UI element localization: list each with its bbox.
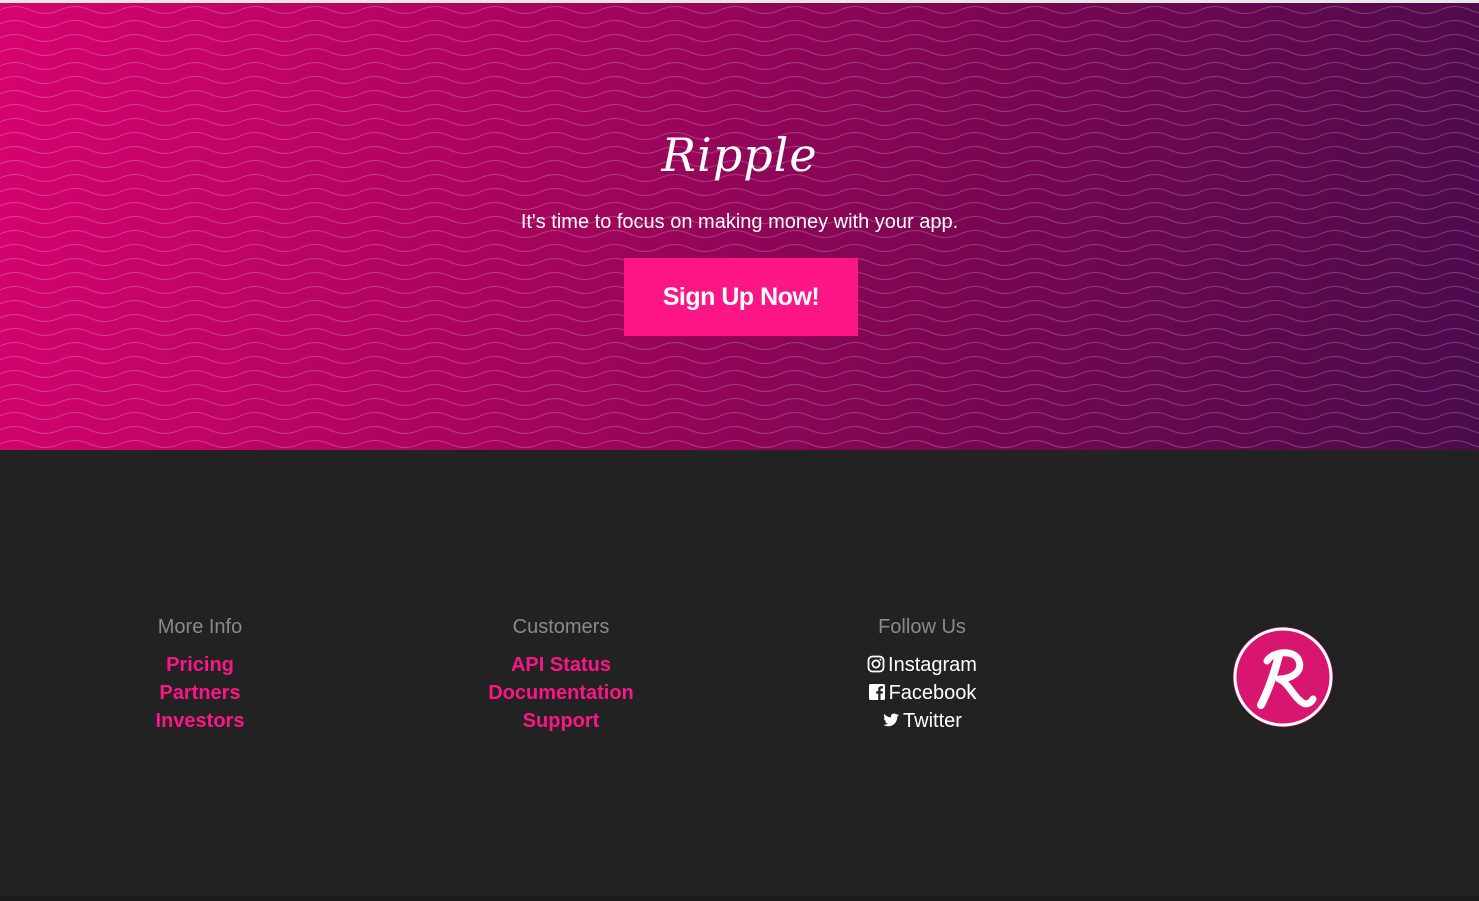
partners-link[interactable]: Partners <box>50 679 350 707</box>
customers-column: Customers API Status Documentation Suppo… <box>411 615 711 735</box>
follow-us-column: Follow Us Instagram Facebook Twitter <box>772 615 1072 735</box>
bottom-divider <box>0 896 1479 901</box>
ripple-r-mark <box>1233 627 1333 727</box>
ripple-logo[interactable]: Ripple <box>0 128 1479 182</box>
ripple-badge-logo[interactable] <box>1233 627 1333 727</box>
twitter-link[interactable]: Twitter <box>772 707 1072 735</box>
more-info-column: More Info Pricing Partners Investors <box>50 615 350 735</box>
support-link[interactable]: Support <box>411 707 711 735</box>
instagram-icon <box>867 655 885 673</box>
follow-us-heading: Follow Us <box>878 616 966 638</box>
footer: More Info Pricing Partners Investors Cus… <box>0 450 1479 901</box>
hero-section: Ripple It's time to focus on making mone… <box>0 0 1479 450</box>
documentation-link[interactable]: Documentation <box>411 679 711 707</box>
facebook-label: Facebook <box>888 682 977 704</box>
pricing-link[interactable]: Pricing <box>50 651 350 679</box>
more-info-heading: More Info <box>157 616 243 638</box>
instagram-label: Instagram <box>888 654 977 676</box>
sign-up-button[interactable]: Sign Up Now! <box>624 258 858 336</box>
api-status-link[interactable]: API Status <box>411 651 711 679</box>
investors-link[interactable]: Investors <box>50 707 350 735</box>
customers-heading: Customers <box>512 616 610 638</box>
instagram-link[interactable]: Instagram <box>772 651 1072 679</box>
hero-tagline: It's time to focus on making money with … <box>520 211 959 233</box>
twitter-icon <box>883 713 900 727</box>
facebook-icon <box>868 684 885 700</box>
twitter-label: Twitter <box>903 710 962 732</box>
facebook-link[interactable]: Facebook <box>772 679 1072 707</box>
